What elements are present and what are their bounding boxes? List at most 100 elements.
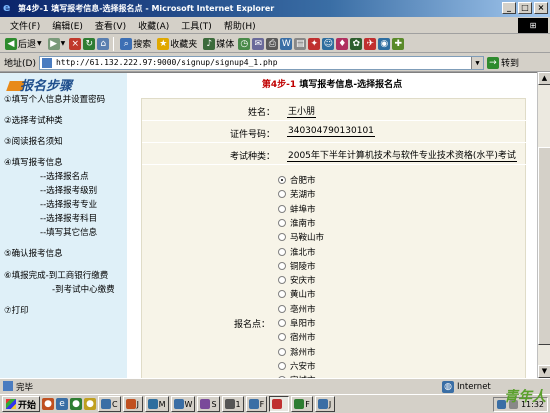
city-option[interactable]: 淮南市 bbox=[278, 217, 316, 229]
menu-help[interactable]: 帮助(H) bbox=[218, 19, 262, 32]
city-option[interactable]: 马鞍山市 bbox=[278, 231, 324, 243]
vertical-scrollbar[interactable]: ▲ ▼ bbox=[537, 72, 550, 378]
plugin5-icon[interactable]: ◉ bbox=[378, 37, 391, 50]
city-radio[interactable] bbox=[278, 347, 286, 356]
city-radio[interactable] bbox=[278, 261, 286, 270]
menu-view[interactable]: 查看(V) bbox=[89, 19, 132, 32]
page-icon bbox=[41, 57, 52, 68]
city-option[interactable]: 宿州市 bbox=[278, 331, 316, 343]
step-4-link[interactable]: ④填写报考信息 bbox=[4, 156, 63, 168]
city-radio[interactable] bbox=[278, 204, 286, 213]
maximize-button[interactable]: □ bbox=[518, 2, 532, 14]
messenger-icon[interactable]: ☺ bbox=[322, 37, 335, 50]
step-6-link[interactable]: ⑥填报完成-到工商银行缴费 bbox=[4, 269, 108, 281]
city-option[interactable]: 滁州市 bbox=[278, 346, 316, 358]
quicklaunch-icon-4[interactable]: ● bbox=[84, 398, 97, 410]
taskbar-window-button[interactable] bbox=[269, 396, 290, 412]
taskbar-window-button[interactable]: 1 bbox=[221, 396, 244, 412]
home-icon[interactable]: ⌂ bbox=[97, 37, 110, 50]
menu-edit[interactable]: 编辑(E) bbox=[46, 19, 89, 32]
stop-icon[interactable]: × bbox=[69, 37, 82, 50]
taskbar-window-button[interactable]: F bbox=[291, 396, 313, 412]
taskbar-app-icon bbox=[200, 399, 211, 409]
taskbar-window-button[interactable]: S bbox=[197, 396, 220, 412]
plugin6-icon[interactable]: ✚ bbox=[392, 37, 405, 50]
substep-subject[interactable]: --选择报考科目 bbox=[40, 212, 97, 224]
print-icon[interactable]: ⎙ bbox=[266, 37, 279, 50]
taskbar-window-button[interactable]: C bbox=[98, 396, 121, 412]
back-button[interactable]: ◀ 后退 ▼ bbox=[3, 37, 44, 50]
city-radio[interactable] bbox=[278, 319, 286, 327]
plugin-icon[interactable]: ✦ bbox=[308, 37, 321, 50]
city-radio[interactable] bbox=[278, 218, 286, 227]
scroll-down-icon[interactable]: ▼ bbox=[538, 365, 550, 378]
mail-icon[interactable]: ✉ bbox=[252, 37, 265, 50]
quicklaunch-icon-1[interactable]: ● bbox=[42, 398, 55, 410]
close-button[interactable]: × bbox=[534, 2, 548, 14]
address-bar: 地址(D) http://61.132.222.97:9000/signup/s… bbox=[0, 54, 550, 72]
substep-level[interactable]: --选择报考级别 bbox=[40, 184, 97, 196]
taskbar-window-button[interactable]: M bbox=[144, 396, 169, 412]
city-radio[interactable] bbox=[278, 190, 286, 199]
scroll-up-icon[interactable]: ▲ bbox=[538, 72, 550, 85]
menu-favorites[interactable]: 收藏(A) bbox=[132, 19, 175, 32]
menu-file[interactable]: 文件(F) bbox=[4, 19, 46, 32]
quicklaunch-icon-3[interactable]: ● bbox=[70, 398, 83, 410]
step-1-link[interactable]: ①填写个人信息并设置密码 bbox=[4, 93, 105, 105]
favorites-button[interactable]: ★ 收藏夹 bbox=[155, 37, 199, 50]
substep-major[interactable]: --选择报考专业 bbox=[40, 198, 97, 210]
go-button[interactable]: → 转到 bbox=[486, 56, 519, 69]
city-option[interactable]: 芜湖市 bbox=[278, 188, 316, 200]
city-option[interactable]: 蚌埠市 bbox=[278, 203, 316, 215]
city-radio[interactable] bbox=[278, 276, 286, 285]
forward-button[interactable]: ▶ ▼ bbox=[46, 37, 68, 50]
city-option[interactable]: 阜阳市 bbox=[278, 317, 316, 329]
search-button[interactable]: ⌕ 搜索 bbox=[118, 37, 153, 50]
city-radio[interactable] bbox=[278, 333, 286, 342]
city-radio[interactable] bbox=[278, 176, 286, 184]
plugin3-icon[interactable]: ✿ bbox=[350, 37, 363, 50]
edit-icon[interactable]: W bbox=[280, 37, 293, 50]
city-option[interactable]: 黄山市 bbox=[278, 288, 316, 300]
city-radio[interactable] bbox=[278, 361, 286, 370]
taskbar-window-button[interactable]: J bbox=[122, 396, 143, 412]
plugin4-icon[interactable]: ✈ bbox=[364, 37, 377, 50]
scroll-thumb[interactable] bbox=[538, 147, 550, 345]
back-arrow-icon: ◀ bbox=[5, 37, 17, 50]
menu-tools[interactable]: 工具(T) bbox=[175, 19, 218, 32]
step-6-sub-link[interactable]: -到考试中心缴费 bbox=[52, 283, 115, 295]
taskbar-window-button[interactable]: F bbox=[245, 396, 268, 412]
step-3-link[interactable]: ③阅读报名须知 bbox=[4, 135, 63, 147]
city-radio[interactable] bbox=[278, 233, 286, 242]
start-button[interactable]: 开始 bbox=[2, 396, 41, 412]
minimize-button[interactable]: _ bbox=[502, 2, 516, 14]
exam-value: 2005年下半年计算机技术与软件专业技术资格(水平)考试 bbox=[287, 148, 517, 162]
refresh-icon[interactable]: ↻ bbox=[83, 37, 96, 50]
city-radio[interactable] bbox=[278, 290, 286, 299]
taskbar-button-label: J bbox=[328, 399, 332, 409]
city-option[interactable]: 六安市 bbox=[278, 360, 316, 372]
history-icon[interactable]: ◷ bbox=[238, 37, 251, 50]
city-option[interactable]: 合肥市 bbox=[278, 174, 316, 186]
city-option[interactable]: 亳州市 bbox=[278, 303, 316, 315]
plugin2-icon[interactable]: ♦ bbox=[336, 37, 349, 50]
substep-other[interactable]: --填写其它信息 bbox=[40, 226, 97, 238]
media-button[interactable]: ♪ 媒体 bbox=[201, 37, 236, 50]
step-7-link[interactable]: ⑦打印 bbox=[4, 304, 29, 316]
step-2-link[interactable]: ②选择考试种类 bbox=[4, 114, 63, 126]
city-radio[interactable] bbox=[278, 247, 286, 256]
substep-city[interactable]: --选择报名点 bbox=[40, 170, 89, 182]
taskbar-window-button[interactable]: J bbox=[314, 396, 335, 412]
city-option[interactable]: 铜陵市 bbox=[278, 260, 316, 272]
discuss-icon[interactable]: ▤ bbox=[294, 37, 307, 50]
city-radio[interactable] bbox=[278, 304, 286, 313]
city-option[interactable]: 淮北市 bbox=[278, 246, 316, 258]
quicklaunch-ie-icon[interactable]: e bbox=[56, 398, 69, 410]
status-text: 完毕 bbox=[16, 382, 34, 393]
city-option[interactable]: 安庆市 bbox=[278, 274, 316, 286]
taskbar-button-label: J bbox=[136, 399, 139, 409]
address-input[interactable]: http://61.132.222.97:9000/signup/signup4… bbox=[38, 55, 484, 70]
address-dropdown-icon[interactable]: ▼ bbox=[470, 56, 483, 69]
step-5-link[interactable]: ⑤确认报考信息 bbox=[4, 247, 63, 259]
taskbar-window-button[interactable]: W bbox=[170, 396, 196, 412]
